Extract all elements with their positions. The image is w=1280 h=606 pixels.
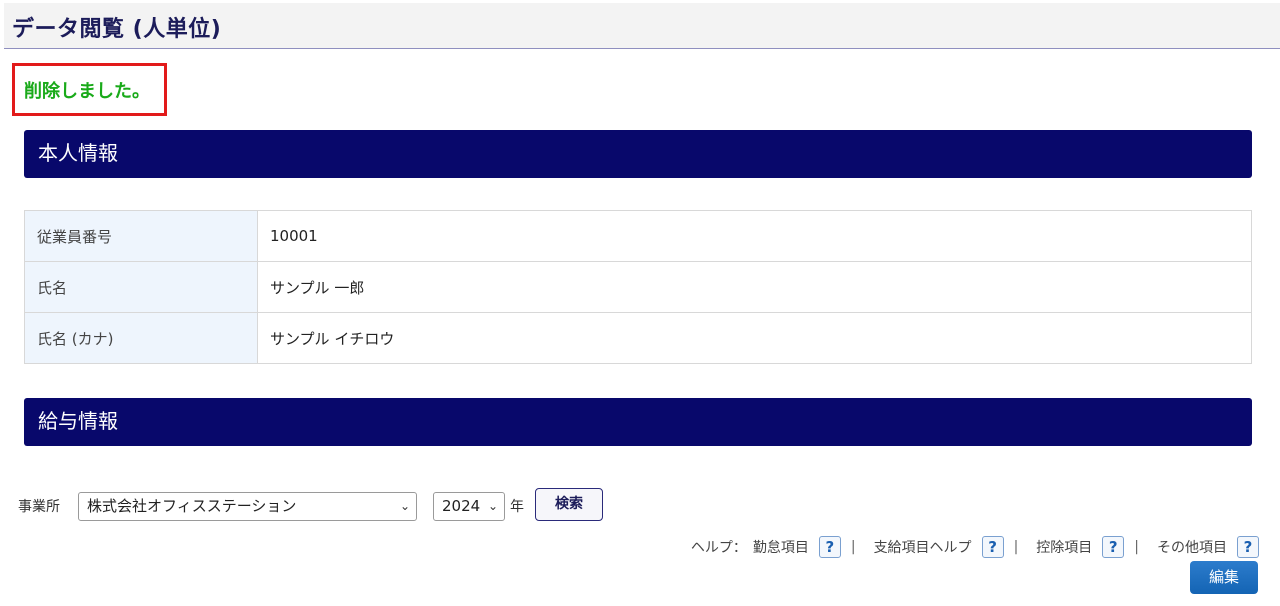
page-title: データ閲覧 (人単位): [12, 17, 222, 42]
separator: |: [1134, 539, 1139, 555]
office-label: 事業所: [18, 499, 60, 515]
help-label-other: その他項目: [1157, 540, 1227, 556]
office-select[interactable]: 株式会社オフィスステーション ⌄: [78, 492, 417, 521]
page-header: データ閲覧 (人単位): [4, 3, 1280, 49]
help-label-payment: 支給項目ヘルプ: [873, 540, 972, 556]
row-label: 従業員番号: [24, 210, 258, 262]
year-select[interactable]: 2024 ⌄: [433, 492, 505, 521]
chevron-down-icon: ⌄: [487, 499, 498, 513]
year-suffix-label: 年: [510, 499, 524, 515]
help-label-deduction: 控除項目: [1036, 540, 1093, 556]
help-prefix-label: ヘルプ：: [690, 540, 747, 556]
row-label: 氏名 (カナ): [24, 312, 258, 364]
section-header-salary-info: 給与情報: [24, 398, 1252, 446]
edit-button[interactable]: 編集: [1190, 561, 1258, 594]
personal-info-table: 従業員番号 10001 氏名 サンプル 一郎 氏名 (カナ) サンプル イチロウ: [24, 210, 1252, 364]
table-row: 氏名 (カナ) サンプル イチロウ: [24, 312, 1252, 364]
help-label-attendance: 勤怠項目: [752, 540, 809, 556]
help-links-row: ヘルプ： 勤怠項目 ? | 支給項目ヘルプ ? | 控除項目 ? | その他項目…: [691, 535, 1259, 559]
help-icon[interactable]: ?: [818, 536, 841, 558]
search-button[interactable]: 検索: [535, 488, 603, 521]
help-icon[interactable]: ?: [1102, 536, 1125, 558]
help-icon[interactable]: ?: [1237, 536, 1259, 558]
separator: |: [850, 539, 856, 555]
success-message: 削除しました。: [24, 81, 150, 102]
office-select-value: 株式会社オフィスステーション: [87, 497, 297, 515]
year-select-value: 2024: [442, 497, 481, 515]
separator: |: [1013, 539, 1019, 555]
section-header-personal-info: 本人情報: [24, 130, 1252, 178]
success-message-box: 削除しました。: [12, 63, 167, 116]
row-label: 氏名: [24, 261, 258, 313]
row-value: 10001: [257, 210, 1252, 262]
chevron-down-icon: ⌄: [399, 499, 410, 513]
table-row: 氏名 サンプル 一郎: [24, 261, 1252, 313]
help-icon[interactable]: ?: [981, 536, 1004, 558]
table-row: 従業員番号 10001: [24, 210, 1252, 262]
row-value: サンプル イチロウ: [257, 312, 1252, 364]
row-value: サンプル 一郎: [257, 261, 1252, 313]
